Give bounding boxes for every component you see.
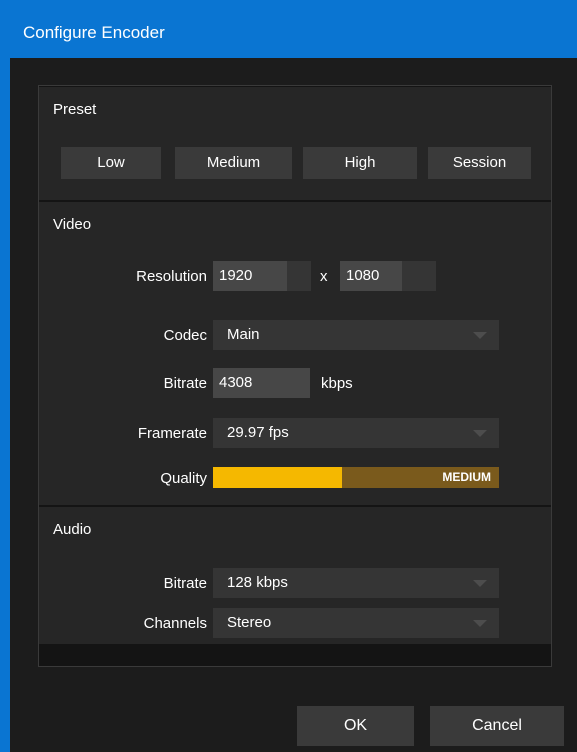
- chevron-down-icon: [473, 332, 487, 339]
- chevron-down-icon: [473, 580, 487, 587]
- resolution-width-field[interactable]: 1920: [213, 261, 287, 291]
- chevron-down-icon: [473, 620, 487, 627]
- audio-section: Audio Bitrate 128 kbps Channels Stereo: [39, 507, 551, 644]
- preset-high-button[interactable]: High: [303, 147, 417, 179]
- dialog-body: Preset Low Medium High Session Video Res…: [10, 58, 577, 752]
- resolution-x-separator: x: [320, 268, 328, 285]
- ok-button[interactable]: OK: [297, 706, 414, 746]
- audio-bitrate-dropdown[interactable]: 128 kbps: [213, 568, 499, 598]
- cancel-button[interactable]: Cancel: [430, 706, 564, 746]
- video-section: Video Resolution 1920 x 1080 Codec Main …: [39, 202, 551, 505]
- quality-meter-fill: [213, 467, 342, 488]
- preset-section-title: Preset: [53, 101, 97, 118]
- quality-meter: MEDIUM: [213, 467, 499, 488]
- framerate-value: 29.97 fps: [227, 424, 289, 441]
- audio-bitrate-value: 128 kbps: [227, 574, 288, 591]
- framerate-dropdown[interactable]: 29.97 fps: [213, 418, 499, 448]
- codec-label: Codec: [163, 327, 207, 344]
- quality-label: Quality: [160, 470, 207, 487]
- resolution-label: Resolution: [136, 268, 207, 285]
- resolution-height-field[interactable]: 1080: [340, 261, 402, 291]
- title-bar[interactable]: Configure Encoder: [0, 0, 577, 57]
- settings-panel: Preset Low Medium High Session Video Res…: [38, 85, 552, 667]
- preset-section: Preset Low Medium High Session: [39, 87, 551, 200]
- configure-encoder-window: Configure Encoder Preset Low Medium High…: [0, 0, 577, 752]
- channels-dropdown[interactable]: Stereo: [213, 608, 499, 638]
- resolution-width-field-tail[interactable]: [287, 261, 311, 291]
- audio-section-title: Audio: [53, 521, 92, 538]
- video-bitrate-label: Bitrate: [163, 375, 207, 392]
- video-bitrate-unit: kbps: [321, 375, 353, 392]
- framerate-label: Framerate: [137, 425, 207, 442]
- preset-medium-button[interactable]: Medium: [175, 147, 292, 179]
- window-title: Configure Encoder: [23, 23, 165, 42]
- preset-low-button[interactable]: Low: [61, 147, 161, 179]
- resolution-height-field-tail[interactable]: [402, 261, 436, 291]
- codec-dropdown[interactable]: Main: [213, 320, 499, 350]
- codec-value: Main: [227, 326, 260, 343]
- channels-value: Stereo: [227, 614, 272, 631]
- channels-label: Channels: [143, 615, 207, 632]
- audio-bitrate-label: Bitrate: [163, 575, 207, 592]
- chevron-down-icon: [473, 430, 487, 437]
- quality-level-text: MEDIUM: [442, 470, 491, 484]
- preset-session-button[interactable]: Session: [428, 147, 531, 179]
- video-section-title: Video: [53, 216, 92, 233]
- video-bitrate-field[interactable]: 4308: [213, 368, 310, 398]
